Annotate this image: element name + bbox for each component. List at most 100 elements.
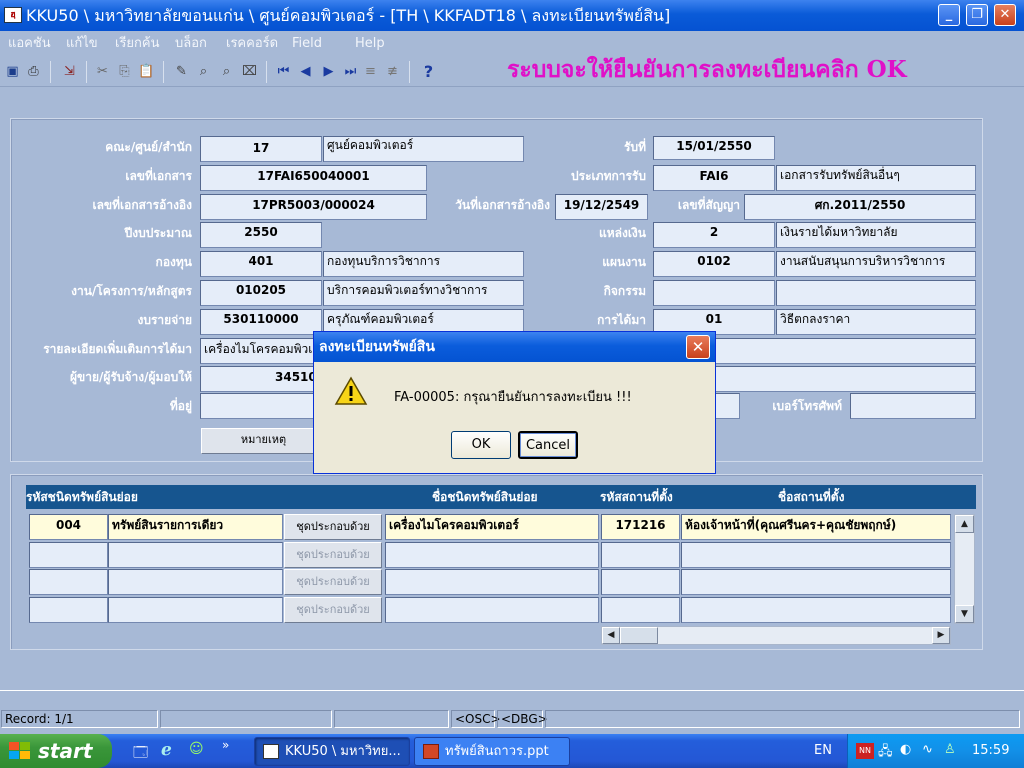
budgetyear-field[interactable]: 2550 bbox=[200, 222, 322, 248]
grid-row3-loccode[interactable] bbox=[601, 569, 680, 595]
help-icon[interactable]: ? bbox=[420, 63, 437, 80]
quicklaunch-more-icon[interactable]: » bbox=[222, 738, 229, 752]
first-record-icon[interactable]: ⏮ bbox=[275, 63, 292, 80]
maximize-button[interactable]: ❐ bbox=[966, 4, 988, 26]
refdoc-field[interactable]: 17PR5003/000024 bbox=[200, 194, 427, 220]
menu-record[interactable]: เรคคอร์ด bbox=[226, 31, 278, 57]
monitor-icon[interactable]: ∿ bbox=[922, 742, 933, 757]
volume-icon[interactable]: ◐ bbox=[900, 742, 911, 757]
fund-code-field[interactable]: 401 bbox=[200, 251, 322, 277]
last-record-icon[interactable]: ⏭ bbox=[342, 63, 359, 80]
grid-row3-kind[interactable] bbox=[108, 569, 283, 595]
source-name-field[interactable]: เงินรายได้มหาวิทยาลัย bbox=[776, 222, 976, 248]
grid-row1-kind[interactable]: ทรัพย์สินรายการเดียว bbox=[108, 514, 283, 540]
exit-icon[interactable]: ⇲ bbox=[61, 63, 78, 80]
delete-record-icon[interactable]: ≢ bbox=[384, 63, 401, 80]
source-code-field[interactable]: 2 bbox=[653, 222, 775, 248]
cancel-button[interactable]: Cancel bbox=[518, 431, 578, 459]
grid-row2-kind[interactable] bbox=[108, 542, 283, 568]
faculty-code-field[interactable]: 17 bbox=[200, 136, 322, 162]
clock[interactable]: 15:59 bbox=[972, 743, 1009, 758]
task-ppt[interactable]: ทรัพย์สินถาวร.ppt bbox=[414, 737, 570, 766]
messenger-icon[interactable]: ☺ bbox=[189, 741, 204, 757]
grid-row4-component-button[interactable]: ชุดประกอบด้วย bbox=[284, 597, 382, 623]
scroll-thumb[interactable] bbox=[620, 627, 658, 644]
grid-row2-name[interactable] bbox=[385, 542, 599, 568]
grid-row3-code[interactable] bbox=[29, 569, 108, 595]
activity-code-field[interactable] bbox=[653, 280, 775, 306]
insert-record-icon[interactable]: ≡ bbox=[362, 63, 379, 80]
plan-name-field[interactable]: งานสนับสนุนการบริหารวิชาการ bbox=[776, 251, 976, 277]
fund-name-field[interactable]: กองทุนบริการวิชาการ bbox=[323, 251, 524, 277]
app-icon[interactable]: ฮฺ bbox=[4, 7, 22, 23]
menu-edit[interactable]: แก้ไข bbox=[66, 31, 98, 57]
enter-query-icon[interactable]: ⌕ bbox=[195, 63, 212, 80]
minimize-button[interactable]: _ bbox=[938, 4, 960, 26]
docno-field[interactable]: 17FAI650040001 bbox=[200, 165, 427, 191]
grid-row1-name[interactable]: เครื่องไมโครคอมพิวเตอร์ bbox=[385, 514, 599, 540]
menu-field[interactable]: Field bbox=[292, 31, 322, 57]
network-icon[interactable]: 🖧 bbox=[878, 742, 893, 764]
menu-block[interactable]: บล็อก bbox=[175, 31, 207, 57]
close-button[interactable]: ✕ bbox=[994, 4, 1016, 26]
grid-row3-locname[interactable] bbox=[681, 569, 951, 595]
grid-row2-locname[interactable] bbox=[681, 542, 951, 568]
recvtype-name-field[interactable]: เอกสารรับทรัพย์สินอื่นๆ bbox=[776, 165, 976, 191]
grid-row4-code[interactable] bbox=[29, 597, 108, 623]
window-titlebar[interactable]: KKU50 \ มหาวิทยาลัยขอนแก่น \ ศูนย์คอมพิว… bbox=[0, 0, 1024, 31]
save-icon[interactable]: ▣ bbox=[4, 63, 21, 80]
prev-record-icon[interactable]: ◀ bbox=[297, 63, 314, 80]
grid-row3-component-button[interactable]: ชุดประกอบด้วย bbox=[284, 569, 382, 595]
dialog-title[interactable]: ลงทะเบียนทรัพย์สิน bbox=[314, 332, 715, 362]
grid-row4-name[interactable] bbox=[385, 597, 599, 623]
task-kku50[interactable]: KKU50 \ มหาวิทย... bbox=[254, 737, 410, 766]
grid-row4-locname[interactable] bbox=[681, 597, 951, 623]
recvtype-code-field[interactable]: FAI6 bbox=[653, 165, 775, 191]
scroll-up-icon[interactable]: ▲ bbox=[955, 515, 974, 533]
grid-row4-kind[interactable] bbox=[108, 597, 283, 623]
menu-action[interactable]: แอคชัน bbox=[8, 31, 51, 57]
user-icon[interactable]: ♙ bbox=[944, 742, 956, 757]
show-desktop-icon[interactable]: 🗔 bbox=[133, 742, 148, 766]
grid-row1-locname[interactable]: ห้องเจ้าหน้าที่(คุณศรีนคร+คุณชัยพฤกษ์) bbox=[681, 514, 951, 540]
phone-field[interactable] bbox=[850, 393, 976, 419]
plan-code-field[interactable]: 0102 bbox=[653, 251, 775, 277]
acquire-name-field[interactable]: วิธีตกลงราคา bbox=[776, 309, 976, 335]
expense-code-field[interactable]: 530110000 bbox=[200, 309, 322, 335]
tray-app-icon[interactable]: NN bbox=[856, 743, 874, 759]
scroll-down-icon[interactable]: ▼ bbox=[955, 605, 974, 623]
copy-icon[interactable]: ⎘ bbox=[116, 63, 133, 80]
menu-help[interactable]: Help bbox=[355, 31, 385, 57]
cancel-query-icon[interactable]: ⌧ bbox=[241, 63, 258, 80]
query-icon[interactable]: ✎ bbox=[173, 63, 190, 80]
grid-row2-component-button[interactable]: ชุดประกอบด้วย bbox=[284, 542, 382, 568]
project-name-field[interactable]: บริการคอมพิวเตอร์ทางวิชาการ bbox=[323, 280, 524, 306]
note-button[interactable]: หมายเหตุ bbox=[201, 428, 326, 454]
refdate-field[interactable]: 19/12/2549 bbox=[555, 194, 648, 220]
activity-name-field[interactable] bbox=[776, 280, 976, 306]
print-preview-icon[interactable]: ⎙ bbox=[25, 63, 42, 80]
grid-row2-code[interactable] bbox=[29, 542, 108, 568]
menu-query[interactable]: เรียกค้น bbox=[115, 31, 160, 57]
scroll-left-icon[interactable]: ◀ bbox=[602, 627, 620, 644]
next-record-icon[interactable]: ▶ bbox=[320, 63, 337, 80]
grid-row1-component-button[interactable]: ชุดประกอบด้วย bbox=[284, 514, 382, 540]
contract-field[interactable]: ศก.2011/2550 bbox=[744, 194, 976, 220]
execute-query-icon[interactable]: ⌕ bbox=[218, 63, 235, 80]
grid-row2-loccode[interactable] bbox=[601, 542, 680, 568]
start-button[interactable]: start bbox=[0, 734, 112, 768]
grid-row3-name[interactable] bbox=[385, 569, 599, 595]
scroll-right-icon[interactable]: ▶ bbox=[932, 627, 950, 644]
paste-icon[interactable]: 📋 bbox=[138, 63, 155, 80]
project-code-field[interactable]: 010205 bbox=[200, 280, 322, 306]
cut-icon[interactable]: ✂ bbox=[94, 63, 111, 80]
grid-row4-loccode[interactable] bbox=[601, 597, 680, 623]
date-field[interactable]: 15/01/2550 bbox=[653, 136, 775, 160]
ok-button[interactable]: OK bbox=[451, 431, 511, 459]
dialog-close-button[interactable]: ✕ bbox=[686, 335, 710, 359]
internet-explorer-icon[interactable]: ℯ bbox=[161, 740, 172, 760]
grid-row1-code[interactable]: 004 bbox=[29, 514, 108, 540]
faculty-name-field[interactable]: ศูนย์คอมพิวเตอร์ bbox=[323, 136, 524, 162]
grid-row1-loccode[interactable]: 171216 bbox=[601, 514, 680, 540]
language-indicator[interactable]: EN bbox=[814, 743, 832, 758]
